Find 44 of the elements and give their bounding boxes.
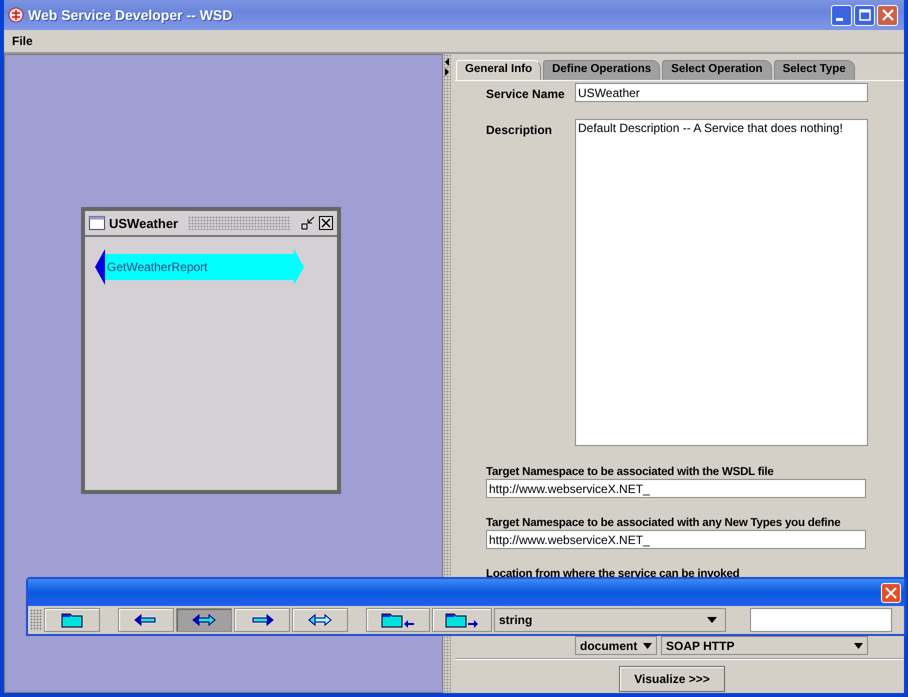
field-label: Target Namespace to be associated with the WSDL file (486, 466, 775, 478)
toolbar-button[interactable] (176, 608, 232, 632)
tab[interactable]: Define Operations (543, 60, 660, 81)
tab[interactable]: Select Type (774, 60, 855, 81)
caret-icon (854, 642, 863, 648)
transport-dropdown[interactable]: SOAP HTTP (661, 636, 868, 655)
maximize-button[interactable] (854, 4, 875, 26)
frame-title: USWeather (109, 216, 178, 230)
maximize-icon (858, 9, 870, 21)
tab[interactable]: Select Operation (662, 60, 772, 81)
close-icon (882, 9, 894, 21)
toolbar-button[interactable] (44, 608, 100, 632)
type-dropdown[interactable]: string (494, 608, 726, 632)
namespace-field[interactable]: http://www.webserviceX.NET_ (486, 530, 866, 549)
field-label: Description (486, 123, 554, 137)
text-field[interactable] (750, 608, 892, 632)
field-label: Target Namespace to be associated with any New Types you define (486, 517, 842, 529)
style-dropdown[interactable]: document (575, 636, 657, 655)
field-label: Service Name (486, 87, 566, 101)
menu-item[interactable]: File (8, 34, 37, 48)
toolbar-button[interactable] (432, 608, 492, 632)
visualize-button[interactable]: Visualize >>> (619, 666, 725, 692)
tab[interactable]: General Info (456, 60, 542, 81)
close-button[interactable] (881, 582, 901, 602)
close-icon (885, 586, 897, 598)
namespace-field[interactable]: http://www.webserviceX.NET_ (486, 479, 866, 498)
toolbar-button[interactable] (234, 608, 290, 632)
toolbar-button[interactable] (118, 608, 174, 632)
minimize-button[interactable] (831, 4, 852, 26)
minimize-icon (836, 18, 843, 20)
close-icon[interactable] (319, 216, 333, 230)
field-label: Location from where the service can be invoked (486, 568, 740, 580)
window-title: Web Service Developer -- WSD (28, 7, 234, 23)
toolbar-button[interactable] (366, 608, 430, 632)
app-icon (8, 7, 24, 23)
restore-icon[interactable] (301, 216, 315, 230)
caret-icon (707, 617, 717, 623)
description-field[interactable]: Default Description -- A Service that does nothing! (575, 119, 868, 446)
toolbar-grip[interactable] (30, 609, 42, 631)
toolbar-button[interactable] (292, 608, 348, 632)
close-button[interactable] (877, 4, 898, 26)
caret-icon (643, 642, 652, 648)
window-icon (89, 216, 105, 230)
service-name-field[interactable]: USWeather (575, 83, 868, 102)
